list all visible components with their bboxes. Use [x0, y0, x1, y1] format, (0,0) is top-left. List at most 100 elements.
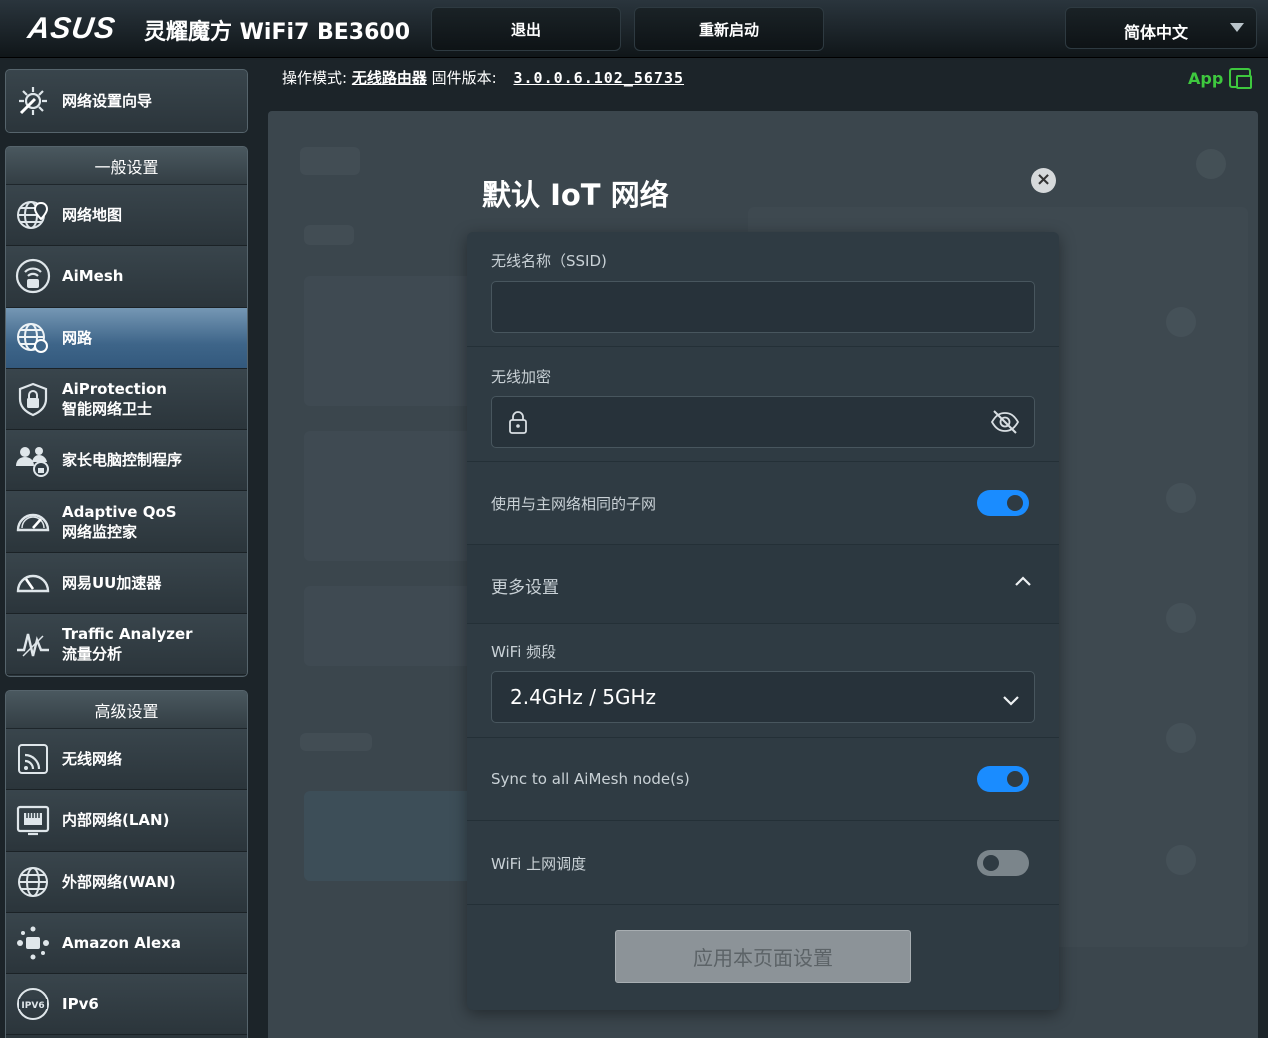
fw-version-link[interactable]: 3.0.0.6.102_56735 [513, 69, 684, 87]
logout-button[interactable]: 退出 [431, 7, 621, 51]
speedometer-icon [14, 564, 52, 602]
chevron-up-icon[interactable] [1013, 573, 1033, 592]
lock-icon [506, 409, 530, 439]
ghost-title [300, 147, 360, 175]
ssid-input[interactable] [491, 281, 1035, 333]
sync-toggle[interactable] [977, 766, 1029, 792]
apply-button[interactable]: 应用本页面设置 [615, 930, 911, 983]
sidebar-item-label: 网络设置向导 [62, 92, 153, 110]
asus-logo[interactable]: ASUS [26, 12, 118, 46]
sidebar-item-wireless[interactable]: 无线网络 [6, 729, 247, 791]
ghost-section-label [300, 733, 372, 751]
sidebar-item-label: 网络地图 [62, 206, 123, 225]
sidebar-general-title: 一般设置 [6, 147, 247, 185]
sidebar-item-uu-accelerator[interactable]: 网易UU加速器 [6, 552, 247, 615]
lan-icon [14, 801, 52, 839]
sidebar-wizard: 网络设置向导 [5, 69, 248, 133]
wireless-icon [14, 740, 52, 778]
band-select[interactable]: 2.4GHz / 5GHz [491, 671, 1035, 723]
network-map-icon [14, 196, 52, 234]
close-icon[interactable]: × [1031, 168, 1056, 193]
sidebar-item-network[interactable]: 网路 [6, 307, 247, 369]
app-devices-icon [1229, 68, 1253, 89]
aimesh-icon [14, 257, 52, 295]
app-link[interactable]: App [1188, 68, 1253, 89]
model-name: 灵耀魔方 WiFi7 BE3600 [144, 20, 411, 45]
ghost-icon-4 [1166, 723, 1196, 753]
caret-down-icon [1230, 23, 1244, 32]
language-value: 简体中文 [1124, 23, 1189, 42]
sidebar-item-label: Amazon Alexa [62, 934, 182, 953]
sidebar-item-wan[interactable]: 外部网络(WAN) [6, 851, 247, 913]
sidebar-item-label: AiProtection [62, 380, 167, 399]
sidebar-item-label: 网路 [62, 328, 93, 347]
status-line: 操作模式: 无线路由器 固件版本: 3.0.0.6.102_56735 [282, 67, 684, 88]
sidebar-item-label: Adaptive QoS [62, 502, 177, 521]
schedule-toggle[interactable] [977, 850, 1029, 876]
sidebar-item-network-map[interactable]: 网络地图 [6, 185, 247, 247]
sync-label: Sync to all AiMesh node(s) [491, 770, 690, 788]
sidebar-item-aiprotection[interactable]: AiProtection 智能网络卫士 [6, 368, 247, 431]
mode-label: 操作模式: [282, 69, 348, 87]
sidebar-item-label: 无线网络 [62, 750, 123, 769]
iot-network-panel: 无线名称（SSID) 无线加密 使用与主网络相同的子网 更多设置 WiFi 频段 [467, 232, 1059, 1010]
sidebar-item-traffic-analyzer[interactable]: Traffic Analyzer 流量分析 [6, 614, 247, 676]
chevron-down-icon [1002, 691, 1020, 710]
svg-text:IPV6: IPV6 [21, 1001, 44, 1011]
language-select[interactable]: 简体中文 [1065, 7, 1257, 49]
parental-control-icon [14, 441, 52, 479]
ipv6-icon: IPV6 [14, 985, 52, 1023]
ghost-help-icon [1196, 149, 1226, 179]
sidebar-general-group: 一般设置 网络地图 AiMesh 网路 AiProtection 智能网络卫士 … [5, 146, 248, 677]
sidebar-item-label: 外部网络(WAN) [62, 872, 176, 891]
sidebar-item-parental-control[interactable]: 家长电脑控制程序 [6, 430, 247, 492]
sidebar-item-alexa[interactable]: Amazon Alexa [6, 912, 247, 975]
more-settings-label: 更多设置 [491, 578, 559, 598]
shield-lock-icon [14, 380, 52, 418]
mode-value-link[interactable]: 无线路由器 [352, 69, 427, 87]
password-input[interactable] [491, 396, 1035, 448]
same-subnet-label: 使用与主网络相同的子网 [491, 495, 657, 513]
ghost-card-1 [304, 276, 484, 406]
sidebar-item-lan[interactable]: 内部网络(LAN) [6, 790, 247, 852]
fw-label: 固件版本: [431, 69, 497, 87]
sidebar-advanced-group: 高级设置 无线网络 内部网络(LAN) 外部网络(WAN) Amazon Ale… [5, 690, 248, 1038]
sidebar-item-wizard[interactable]: 网络设置向导 [6, 70, 247, 132]
same-subnet-section: 使用与主网络相同的子网 [467, 462, 1059, 545]
gauge-icon [14, 503, 52, 541]
top-bar: ASUS 灵耀魔方 WiFi7 BE3600 退出 重新启动 简体中文 [0, 0, 1268, 58]
sidebar-item-label: Traffic Analyzer [62, 625, 193, 644]
wizard-icon [14, 82, 52, 120]
ssid-section: 无线名称（SSID) [467, 232, 1059, 347]
sidebar-item-adaptive-qos[interactable]: Adaptive QoS 网络监控家 [6, 491, 247, 553]
ghost-card-3 [304, 586, 484, 666]
sidebar-item-ipv6[interactable]: IPV6 IPv6 [6, 974, 247, 1036]
sync-section: Sync to all AiMesh node(s) [467, 738, 1059, 821]
sidebar-item-sublabel: 流量分析 [62, 645, 123, 664]
same-subnet-toggle[interactable] [977, 490, 1029, 516]
sidebar-item-aimesh[interactable]: AiMesh [6, 246, 247, 308]
sidebar-item-label: AiMesh [62, 267, 124, 286]
ghost-subtitle [304, 225, 354, 245]
sidebar-item-sublabel: 网络监控家 [62, 522, 138, 541]
reboot-button[interactable]: 重新启动 [634, 7, 824, 51]
ssid-label: 无线名称（SSID) [491, 252, 607, 270]
sidebar-item-label: IPv6 [62, 995, 99, 1014]
ghost-card-2 [304, 431, 484, 561]
password-label: 无线加密 [491, 368, 552, 386]
ghost-icon-1 [1166, 307, 1196, 337]
band-label: WiFi 频段 [491, 643, 557, 661]
alexa-icon [14, 924, 52, 962]
modal-title: 默认 IoT 网络 [482, 178, 669, 212]
band-value: 2.4GHz / 5GHz [510, 685, 657, 709]
sidebar-advanced-title: 高级设置 [6, 691, 247, 729]
more-settings-header[interactable]: 更多设置 [467, 545, 1059, 624]
eye-off-icon[interactable] [990, 409, 1020, 439]
schedule-section: WiFi 上网调度 [467, 821, 1059, 905]
network-globe-icon [14, 319, 52, 357]
traffic-analyzer-icon [14, 625, 52, 663]
ghost-card-4 [304, 791, 484, 881]
wan-globe-icon [14, 863, 52, 901]
band-section: WiFi 频段 2.4GHz / 5GHz [467, 624, 1059, 738]
app-label: App [1188, 68, 1224, 88]
